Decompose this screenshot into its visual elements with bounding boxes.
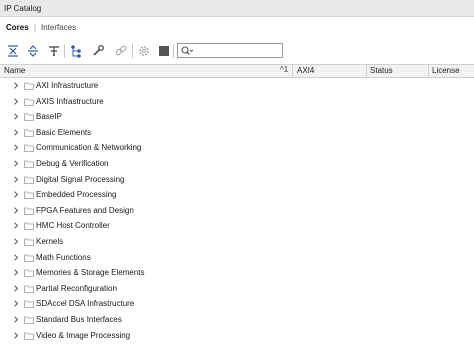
tree-row-label: Embedded Processing: [36, 190, 117, 200]
tree-row[interactable]: SDAccel DSA Infrastructure: [0, 296, 474, 312]
tab-interfaces[interactable]: Interfaces: [41, 23, 76, 32]
chevron-right-icon[interactable]: [13, 222, 19, 229]
folder-icon: [24, 300, 34, 309]
folder-icon: [24, 176, 34, 184]
tree-row[interactable]: BaseIP: [0, 109, 474, 125]
chevron-right-icon[interactable]: [13, 207, 19, 214]
tree-row-label: Memories & Storage Elements: [36, 268, 145, 278]
tree-row-label: FPGA Features and Design: [36, 205, 134, 215]
link-icon[interactable]: [114, 44, 128, 58]
folder-icon: [24, 332, 34, 340]
tree-row[interactable]: HMC Host Controller: [0, 218, 474, 234]
column-header-status[interactable]: Status: [370, 65, 393, 77]
column-divider[interactable]: [428, 65, 429, 77]
tab-bar: Cores | Interfaces: [0, 17, 474, 39]
tree-row-label: Digital Signal Processing: [36, 174, 125, 184]
tree-row-label: BaseIP: [36, 112, 62, 122]
column-header-axi4[interactable]: AXI4: [297, 65, 314, 77]
sort-ascending-indicator: ^1: [280, 65, 289, 74]
chevron-right-icon[interactable]: [13, 144, 19, 151]
chevron-right-icon[interactable]: [13, 129, 19, 136]
expand-all-icon[interactable]: [26, 44, 40, 58]
toolbar-divider: [132, 44, 133, 58]
folder-icon: [24, 144, 34, 153]
tree-row[interactable]: Math Functions: [0, 250, 474, 266]
tree-row-label: Basic Elements: [36, 127, 92, 137]
chevron-right-icon[interactable]: [13, 253, 19, 261]
folder-icon: [24, 113, 34, 122]
chevron-right-icon[interactable]: [13, 331, 19, 339]
collapse-all-icon[interactable]: [6, 44, 20, 58]
folder-icon: [24, 238, 34, 246]
folder-icon: [24, 207, 34, 215]
tree-row-label: SDAccel DSA Infrastructure: [36, 299, 135, 309]
column-header-license[interactable]: License: [432, 65, 460, 77]
tree-row[interactable]: Basic Elements: [0, 125, 474, 141]
chevron-right-icon[interactable]: [13, 238, 19, 245]
ip-catalog-tree: AXI Infrastructure AXIS Infrastructure B…: [0, 78, 474, 343]
search-field[interactable]: [177, 43, 283, 58]
panel-titlebar: IP Catalog: [0, 0, 474, 17]
tree-row[interactable]: Debug & Verification: [0, 156, 474, 172]
folder-icon: [24, 269, 34, 278]
chevron-right-icon[interactable]: [13, 175, 19, 183]
tree-row-label: Standard Bus Interfaces: [36, 314, 122, 324]
tree-row[interactable]: Communication & Networking: [0, 140, 474, 156]
folder-icon: [24, 254, 34, 262]
folder-icon: [24, 285, 34, 293]
tree-row[interactable]: Kernels: [0, 234, 474, 250]
hierarchy-icon[interactable]: [69, 44, 83, 58]
chevron-right-icon[interactable]: [13, 191, 19, 198]
folder-icon: [24, 160, 34, 168]
chevron-right-icon[interactable]: [13, 113, 19, 120]
tree-row[interactable]: Embedded Processing: [0, 187, 474, 203]
tree-row-label: Communication & Networking: [36, 143, 142, 153]
folder-icon: [24, 191, 34, 200]
wrench-icon[interactable]: [91, 44, 105, 58]
tree-row[interactable]: Partial Reconfiguration: [0, 281, 474, 297]
chevron-right-icon[interactable]: [13, 285, 19, 292]
column-divider[interactable]: [292, 65, 293, 77]
chevron-right-icon[interactable]: [13, 316, 19, 323]
tree-row[interactable]: FPGA Features and Design: [0, 203, 474, 219]
tree-row-label: Math Functions: [36, 252, 91, 262]
tree-row[interactable]: Video & Image Processing: [0, 328, 474, 344]
tree-row-label: AXI Infrastructure: [36, 81, 99, 90]
tree-row-label: AXIS Infrastructure: [36, 96, 104, 106]
filter-icon[interactable]: [47, 44, 61, 58]
folder-icon: [24, 222, 34, 231]
tree-row-label: Debug & Verification: [36, 158, 109, 168]
toolbar-divider: [173, 44, 174, 58]
chevron-right-icon[interactable]: [13, 98, 19, 105]
chevron-right-icon[interactable]: [13, 269, 19, 276]
panel-title: IP Catalog: [4, 4, 42, 13]
tree-row[interactable]: Standard Bus Interfaces: [0, 312, 474, 328]
column-header-name[interactable]: Name: [4, 65, 25, 77]
chevron-right-icon[interactable]: [13, 300, 19, 307]
tree-row[interactable]: AXIS Infrastructure: [0, 94, 474, 110]
tab-cores[interactable]: Cores: [6, 23, 29, 32]
toolbar-divider: [64, 44, 65, 58]
stop-icon[interactable]: [157, 44, 171, 58]
tree-row-label: Partial Reconfiguration: [36, 283, 117, 293]
folder-icon: [24, 98, 34, 106]
column-divider[interactable]: [366, 65, 367, 77]
folder-icon: [24, 316, 34, 324]
tree-row[interactable]: Memories & Storage Elements: [0, 265, 474, 281]
search-input[interactable]: [193, 45, 279, 56]
search-icon: [181, 46, 193, 55]
tree-row-label: HMC Host Controller: [36, 221, 110, 231]
gear-icon[interactable]: [137, 44, 151, 58]
tree-row-label: Video & Image Processing: [36, 330, 131, 340]
table-header: Name ^1 AXI4 Status License: [0, 64, 474, 78]
tree-row[interactable]: Digital Signal Processing: [0, 172, 474, 188]
tab-separator: |: [34, 23, 37, 32]
tree-row[interactable]: AXI Infrastructure: [0, 78, 474, 94]
folder-icon: [24, 129, 34, 137]
chevron-right-icon[interactable]: [13, 160, 19, 167]
chevron-right-icon[interactable]: [13, 82, 19, 89]
folder-icon: [24, 82, 34, 90]
tree-row-label: Kernels: [36, 236, 64, 246]
